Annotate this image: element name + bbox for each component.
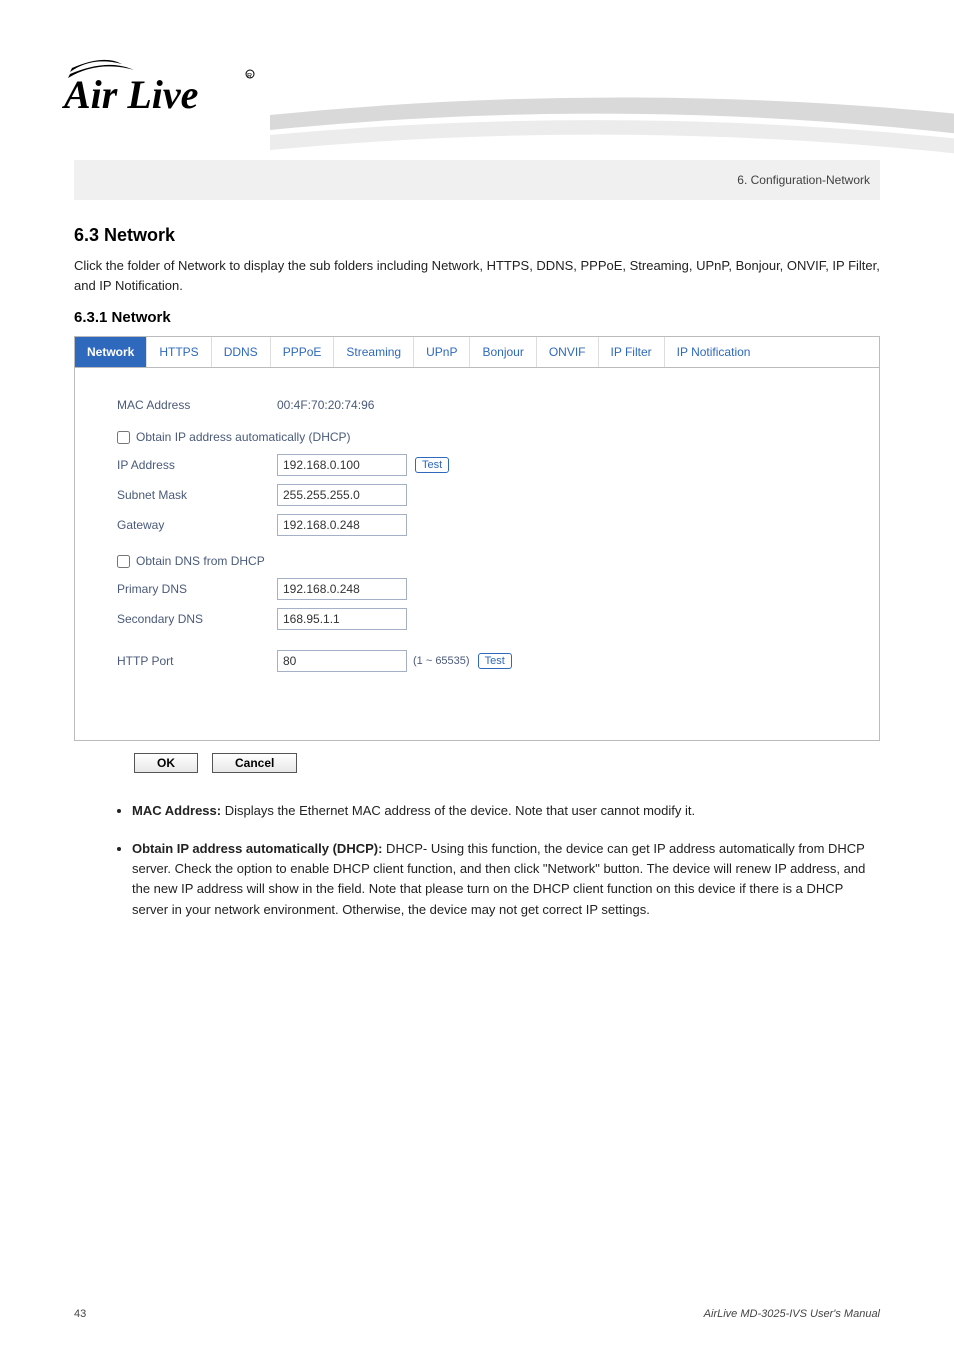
tab-ip-notification[interactable]: IP Notification (665, 337, 763, 367)
test-port-button[interactable]: Test (478, 653, 512, 669)
tab-strip: Network HTTPS DDNS PPPoE Streaming UPnP … (75, 337, 879, 368)
mac-address-value: 00:4F:70:20:74:96 (277, 398, 374, 412)
cancel-button[interactable]: Cancel (212, 753, 297, 773)
primary-dns-label: Primary DNS (117, 582, 277, 596)
chapter-header-bar: 6. Configuration-Network (74, 160, 880, 200)
dns-dhcp-checkbox-label: Obtain DNS from DHCP (136, 554, 265, 568)
http-port-range: (1 ~ 65535) (413, 655, 470, 667)
primary-dns-input[interactable] (277, 578, 407, 600)
dns-dhcp-checkbox[interactable] (117, 555, 130, 568)
subnet-mask-input[interactable] (277, 484, 407, 506)
brand-logo: Air Live R (62, 50, 262, 125)
svg-text:R: R (247, 73, 252, 80)
tab-network[interactable]: Network (75, 337, 147, 367)
description-bullets: MAC Address: Displays the Ethernet MAC a… (74, 801, 880, 920)
http-port-input[interactable] (277, 650, 407, 672)
bullet-mac: MAC Address: Displays the Ethernet MAC a… (132, 801, 880, 821)
http-port-label: HTTP Port (117, 654, 277, 668)
subnet-mask-label: Subnet Mask (117, 488, 277, 502)
tab-https[interactable]: HTTPS (147, 337, 211, 367)
bullet-dhcp-term: Obtain IP address automatically (DHCP): (132, 841, 382, 856)
bullet-mac-text: Displays the Ethernet MAC address of the… (221, 803, 695, 818)
secondary-dns-input[interactable] (277, 608, 407, 630)
gateway-input[interactable] (277, 514, 407, 536)
ip-address-label: IP Address (117, 458, 277, 472)
bullet-mac-term: MAC Address: (132, 803, 221, 818)
tab-streaming[interactable]: Streaming (334, 337, 414, 367)
tab-ip-filter[interactable]: IP Filter (599, 337, 665, 367)
header-swoosh (270, 75, 954, 165)
tab-ddns[interactable]: DDNS (212, 337, 271, 367)
tab-pppoe[interactable]: PPPoE (271, 337, 335, 367)
tab-bonjour[interactable]: Bonjour (470, 337, 536, 367)
ok-button[interactable]: OK (134, 753, 198, 773)
settings-panel: Network HTTPS DDNS PPPoE Streaming UPnP … (74, 336, 880, 741)
page-number: 43 (74, 1308, 86, 1320)
chapter-title: 6. Configuration-Network (737, 173, 870, 187)
mac-address-label: MAC Address (117, 398, 277, 412)
subsection-heading: 6.3.1 Network (74, 309, 880, 326)
gateway-label: Gateway (117, 518, 277, 532)
section-heading: 6.3 Network (74, 225, 880, 246)
bullet-dhcp: Obtain IP address automatically (DHCP): … (132, 839, 880, 920)
publication-name: AirLive MD-3025-IVS User's Manual (704, 1308, 880, 1320)
page-footer: 43 AirLive MD-3025-IVS User's Manual (74, 1308, 880, 1320)
ip-address-input[interactable] (277, 454, 407, 476)
publication-line-1: AirLive MD-3025-IVS User's Manual (704, 1308, 880, 1320)
dhcp-checkbox-label: Obtain IP address automatically (DHCP) (136, 430, 351, 444)
section-description: Click the folder of Network to display t… (74, 256, 880, 295)
tab-onvif[interactable]: ONVIF (537, 337, 599, 367)
tab-body: MAC Address 00:4F:70:20:74:96 Obtain IP … (75, 368, 879, 740)
tab-upnp[interactable]: UPnP (414, 337, 470, 367)
secondary-dns-label: Secondary DNS (117, 612, 277, 626)
dhcp-checkbox[interactable] (117, 431, 130, 444)
svg-text:Air Live: Air Live (62, 72, 198, 117)
test-ip-button[interactable]: Test (415, 457, 449, 473)
